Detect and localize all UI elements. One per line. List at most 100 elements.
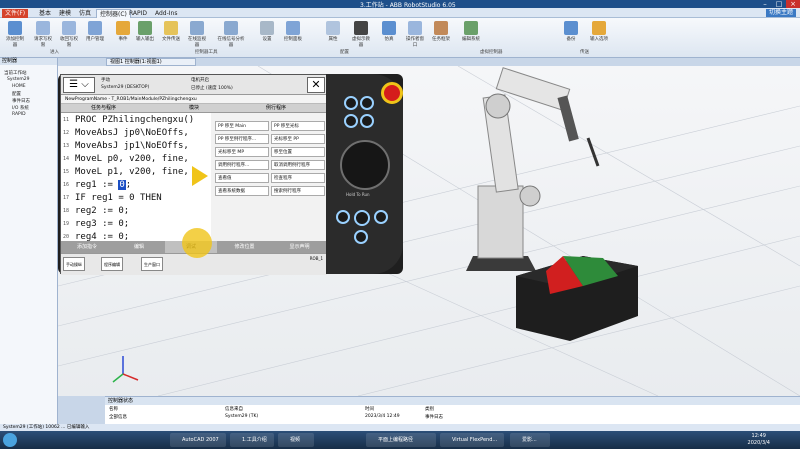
- maximize-icon[interactable]: □: [772, 0, 786, 8]
- add-instruction-button[interactable]: 添加指令: [61, 241, 113, 253]
- robot-arm[interactable]: [466, 67, 600, 271]
- production-task[interactable]: 生产窗口: [141, 257, 163, 271]
- hardkey-1[interactable]: [344, 96, 358, 110]
- task-autocad[interactable]: AutoCAD 2007: [170, 433, 226, 447]
- group-tools-label: 控制器工具: [195, 50, 218, 55]
- pp-to-main-button[interactable]: PP 移至 Main: [215, 121, 269, 131]
- view-sysdata-button[interactable]: 查看系统数据: [215, 186, 269, 196]
- properties-button[interactable]: 属性: [322, 21, 344, 42]
- abb-menu-button[interactable]: ☰ ⌵: [63, 77, 95, 93]
- task-tools[interactable]: 1.工具介绍: [230, 433, 274, 447]
- switch-theme-button[interactable]: 切换主题: [765, 9, 796, 17]
- release-write-button[interactable]: 收回写权限: [58, 21, 80, 48]
- edit-button[interactable]: 编辑: [113, 241, 165, 253]
- user-manage-button[interactable]: 用户管理: [84, 21, 106, 42]
- minimize-icon[interactable]: –: [758, 0, 772, 8]
- title-bar: 3.工作站 - ABB RobotStudio 6.05 – □ ×: [0, 0, 800, 9]
- start-icon[interactable]: [3, 433, 17, 447]
- routines-header[interactable]: 例行程序: [266, 104, 286, 113]
- modules-header[interactable]: 模块: [189, 104, 199, 113]
- hardkey-3[interactable]: [344, 114, 358, 128]
- start-button[interactable]: [354, 210, 370, 226]
- code-line[interactable]: MoveAbsJ jp0\NoEOffs,: [75, 128, 189, 138]
- cursor-to-mp-button[interactable]: 光标移至 MP: [215, 147, 269, 157]
- step-forward-button[interactable]: [374, 210, 388, 224]
- simulation-button[interactable]: 仿真: [378, 21, 400, 42]
- tab-file[interactable]: 文件(F): [2, 9, 29, 18]
- panel-icon: [286, 21, 300, 35]
- task-flexpendant[interactable]: Virtual FlexPend...: [440, 433, 504, 447]
- program-editor-task[interactable]: 程序编辑: [101, 257, 123, 271]
- viewport-tab[interactable]: 视图1 控制器(1:视图1): [106, 58, 196, 66]
- task-path[interactable]: 平面上编程路径: [366, 433, 436, 447]
- cursor-to-pp-button[interactable]: 光标移至 PP: [271, 134, 325, 144]
- run-status: 已停止 (速度 100%): [191, 86, 233, 91]
- output-row-name[interactable]: 全部信息: [109, 414, 127, 420]
- import-options-button[interactable]: 输入选项: [588, 21, 610, 42]
- selected-value[interactable]: 0: [118, 180, 126, 190]
- pp-to-routine-button[interactable]: PP 移至例行程序...: [215, 134, 269, 144]
- call-routine-button[interactable]: 调用例行程序...: [215, 160, 269, 170]
- tree-item-home[interactable]: HOME: [12, 84, 26, 89]
- settings-button[interactable]: 设置: [256, 21, 278, 42]
- search-routine-button[interactable]: 搜索例行程序: [271, 186, 325, 196]
- tree-item-io[interactable]: I/O 系统: [12, 105, 29, 111]
- tree-item-eventlog[interactable]: 事件日志: [12, 98, 30, 104]
- code-line[interactable]: PROC PZhilingchengxu(): [75, 115, 194, 125]
- view-value-button[interactable]: 查看值: [215, 173, 269, 183]
- backup-button[interactable]: 备份: [560, 21, 582, 42]
- signal-analyzer-button[interactable]: 在线信号分析器: [216, 21, 246, 48]
- code-line-reg1[interactable]: reg1 := 0;: [75, 180, 131, 190]
- task-frame-button[interactable]: 任务框架: [430, 21, 452, 42]
- modify-position-button[interactable]: 修改位置: [217, 241, 272, 253]
- code-line[interactable]: MoveL p0, v200, fine,: [75, 154, 189, 164]
- tab-rapid[interactable]: RAPID: [126, 9, 150, 18]
- operator-window-button[interactable]: 操作者窗口: [404, 21, 426, 48]
- jogging-task[interactable]: 手动操纵: [63, 257, 85, 271]
- code-line[interactable]: MoveAbsJ jp1\NoEOffs,: [75, 141, 189, 151]
- io-button[interactable]: 输入输出: [134, 21, 156, 42]
- move-to-position-button[interactable]: 移至位置: [271, 147, 325, 157]
- code-line[interactable]: MoveL p1, v200, fine,: [75, 167, 189, 177]
- gear-icon: [260, 21, 274, 35]
- joystick[interactable]: [340, 140, 390, 190]
- program-path: NewProgramName - T_ROB1/MainModule/PZhil…: [61, 95, 327, 104]
- tree-item-station[interactable]: 当前工作站: [4, 70, 27, 76]
- system-clock[interactable]: 12:49 2020/3/4: [748, 433, 770, 447]
- tab-modeling[interactable]: 建模: [56, 9, 74, 18]
- emergency-stop-button[interactable]: [381, 82, 403, 104]
- col-time: 时间: [365, 407, 374, 412]
- request-write-button[interactable]: 请求写权限: [32, 21, 54, 48]
- task-other[interactable]: 爱影...: [510, 433, 550, 447]
- check-program-button[interactable]: 检查程序: [271, 173, 325, 183]
- hardkey-2[interactable]: [360, 96, 374, 110]
- close-icon[interactable]: ×: [786, 0, 800, 8]
- tab-home[interactable]: 基本: [36, 9, 54, 18]
- online-monitor-button[interactable]: 在线监视器: [186, 21, 208, 48]
- line-number: 17: [63, 195, 70, 201]
- hardkey-4[interactable]: [360, 114, 374, 128]
- code-line[interactable]: IF reg1 = 0 THEN: [75, 193, 162, 203]
- events-button[interactable]: 事件: [112, 21, 134, 42]
- code-line[interactable]: reg2 := 0;: [75, 206, 129, 216]
- add-controller-button[interactable]: 添加控制器: [4, 21, 26, 48]
- cancel-call-button[interactable]: 取消调用例行程序: [271, 160, 325, 170]
- edit-system-button[interactable]: 编辑系统: [460, 21, 482, 42]
- task-video[interactable]: 视频: [278, 433, 314, 447]
- tree-item-rapid[interactable]: RAPID: [12, 112, 26, 117]
- step-back-button[interactable]: [336, 210, 350, 224]
- tree-item-config[interactable]: 配置: [12, 91, 21, 97]
- close-program-button[interactable]: ✕: [307, 77, 325, 93]
- tab-simulation[interactable]: 仿真: [76, 9, 94, 18]
- pp-to-cursor-button[interactable]: PP 移至光标: [271, 121, 325, 131]
- debug-menu: PP 移至 Main PP 移至光标 PP 移至例行程序... 光标移至 PP …: [211, 113, 327, 243]
- file-transfer-button[interactable]: 文件传送: [160, 21, 182, 42]
- show-declaration-button[interactable]: 显示声明: [272, 241, 327, 253]
- control-panel-button[interactable]: 控制面板: [282, 21, 304, 42]
- tasks-header[interactable]: 任务与程序: [91, 104, 116, 113]
- tab-addins[interactable]: Add-Ins: [152, 9, 180, 18]
- code-line[interactable]: reg3 := 0;: [75, 219, 129, 229]
- virtual-flexpendant-button[interactable]: 虚拟示教器: [350, 21, 372, 48]
- stop-button[interactable]: [354, 230, 368, 244]
- tree-item-system[interactable]: System29: [7, 77, 30, 82]
